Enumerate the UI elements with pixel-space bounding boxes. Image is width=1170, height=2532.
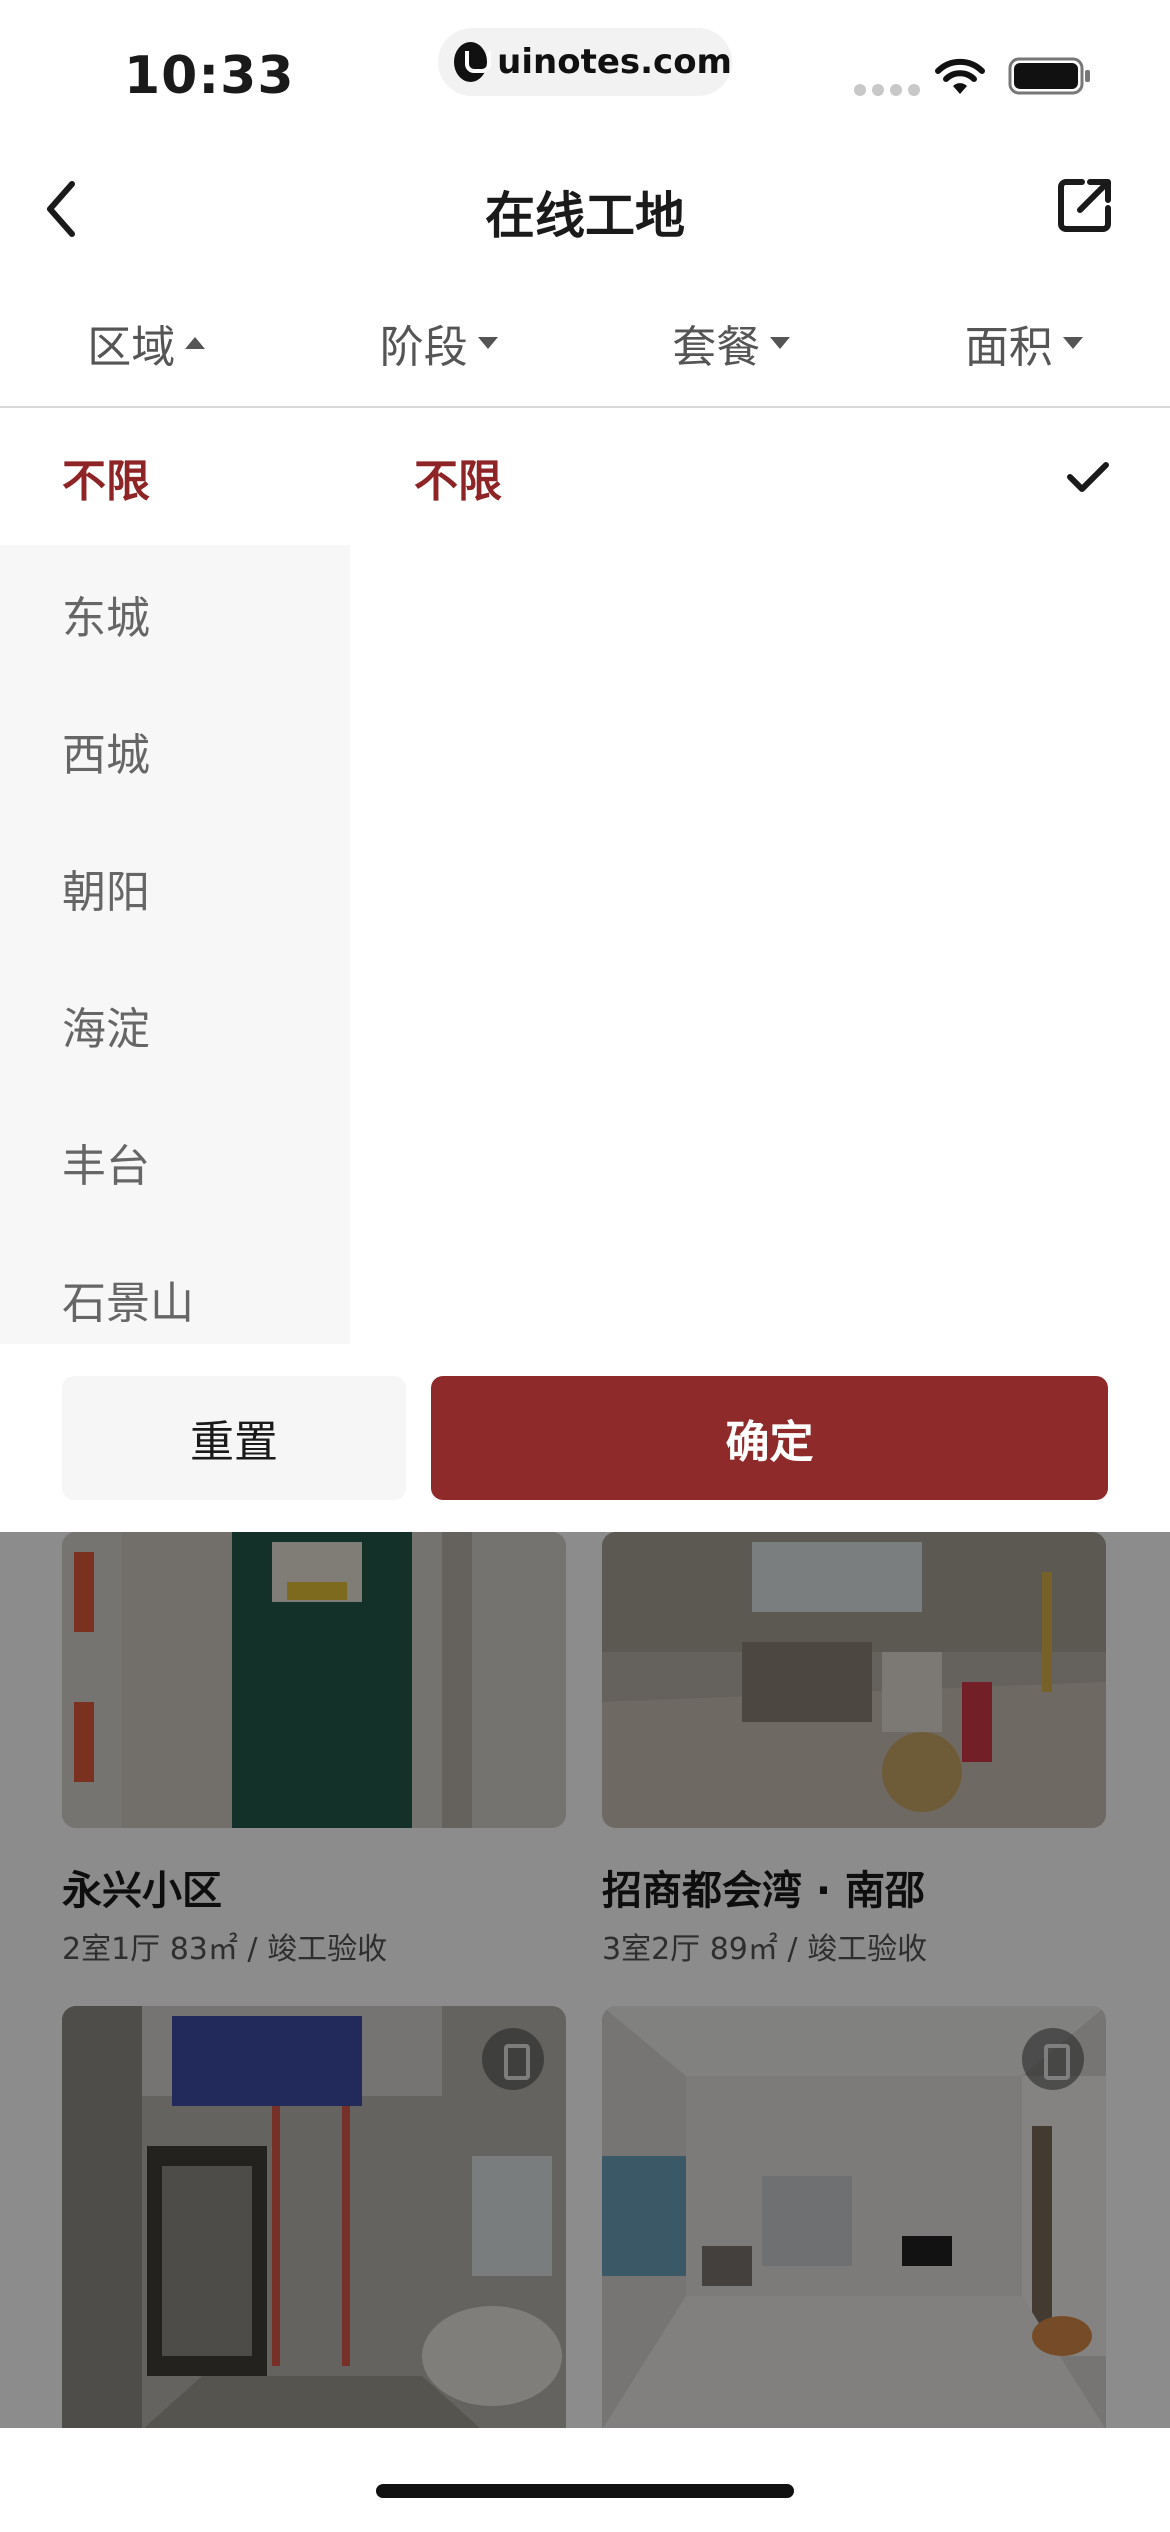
- region-item-haidian[interactable]: 海淀: [0, 956, 350, 1093]
- home-indicator[interactable]: [376, 2484, 794, 2498]
- share-external-icon[interactable]: [1056, 176, 1114, 234]
- filter-tab-label: 阶段: [379, 322, 468, 373]
- region-list[interactable]: 不限 东城 西城 朝阳 海淀 丰台 石景山: [0, 408, 350, 1344]
- caret-down-icon: [770, 337, 791, 349]
- reset-button[interactable]: 重置: [62, 1376, 406, 1500]
- region-item-shijingshan[interactable]: 石景山: [0, 1230, 350, 1344]
- caret-up-icon: [185, 337, 206, 349]
- caret-down-icon: [1062, 337, 1083, 349]
- battery-icon: [1008, 57, 1090, 95]
- region-item-chaoyang[interactable]: 朝阳: [0, 819, 350, 956]
- confirm-button[interactable]: 确定: [431, 1376, 1108, 1500]
- filter-tab-label: 区域: [87, 322, 176, 373]
- signal-dots-icon: [854, 84, 920, 96]
- status-time: 10:33: [124, 46, 295, 106]
- filter-tabs: 区域 阶段 套餐 面积: [0, 280, 1170, 408]
- dim-overlay[interactable]: [0, 1532, 1170, 2428]
- nav-bar: 在线工地: [0, 130, 1170, 280]
- region-item-unlimited[interactable]: 不限: [0, 408, 350, 545]
- region-item-fengtai[interactable]: 丰台: [0, 1093, 350, 1230]
- caret-down-icon: [477, 337, 498, 349]
- wifi-icon: [935, 58, 985, 94]
- url-pill[interactable]: uinotes.com: [438, 28, 732, 96]
- filter-tab-region[interactable]: 区域: [0, 280, 293, 406]
- home-area: [0, 2428, 1170, 2532]
- url-text: uinotes.com: [497, 42, 732, 82]
- site-logo-icon: [454, 42, 492, 82]
- filter-tab-package[interactable]: 套餐: [585, 280, 878, 406]
- status-bar: 10:33 uinotes.com: [0, 0, 1170, 130]
- filter-tab-label: 面积: [964, 322, 1053, 373]
- filter-tab-stage[interactable]: 阶段: [293, 280, 586, 406]
- region-item-xicheng[interactable]: 西城: [0, 682, 350, 819]
- region-dropdown: 不限 东城 西城 朝阳 海淀 丰台 石景山 不限 重置 确定: [0, 408, 1170, 1532]
- region-item-dongcheng[interactable]: 东城: [0, 545, 350, 682]
- sub-region-list: 不限: [350, 408, 1170, 1344]
- filter-tab-label: 套餐: [672, 322, 761, 373]
- dropdown-actions: 重置 确定: [0, 1344, 1170, 1532]
- sub-region-item-unlimited[interactable]: 不限: [350, 408, 1170, 545]
- checkmark-icon: [1067, 462, 1109, 492]
- filter-tab-area[interactable]: 面积: [878, 280, 1170, 406]
- page-title: 在线工地: [485, 187, 685, 245]
- sub-region-label: 不限: [414, 455, 502, 507]
